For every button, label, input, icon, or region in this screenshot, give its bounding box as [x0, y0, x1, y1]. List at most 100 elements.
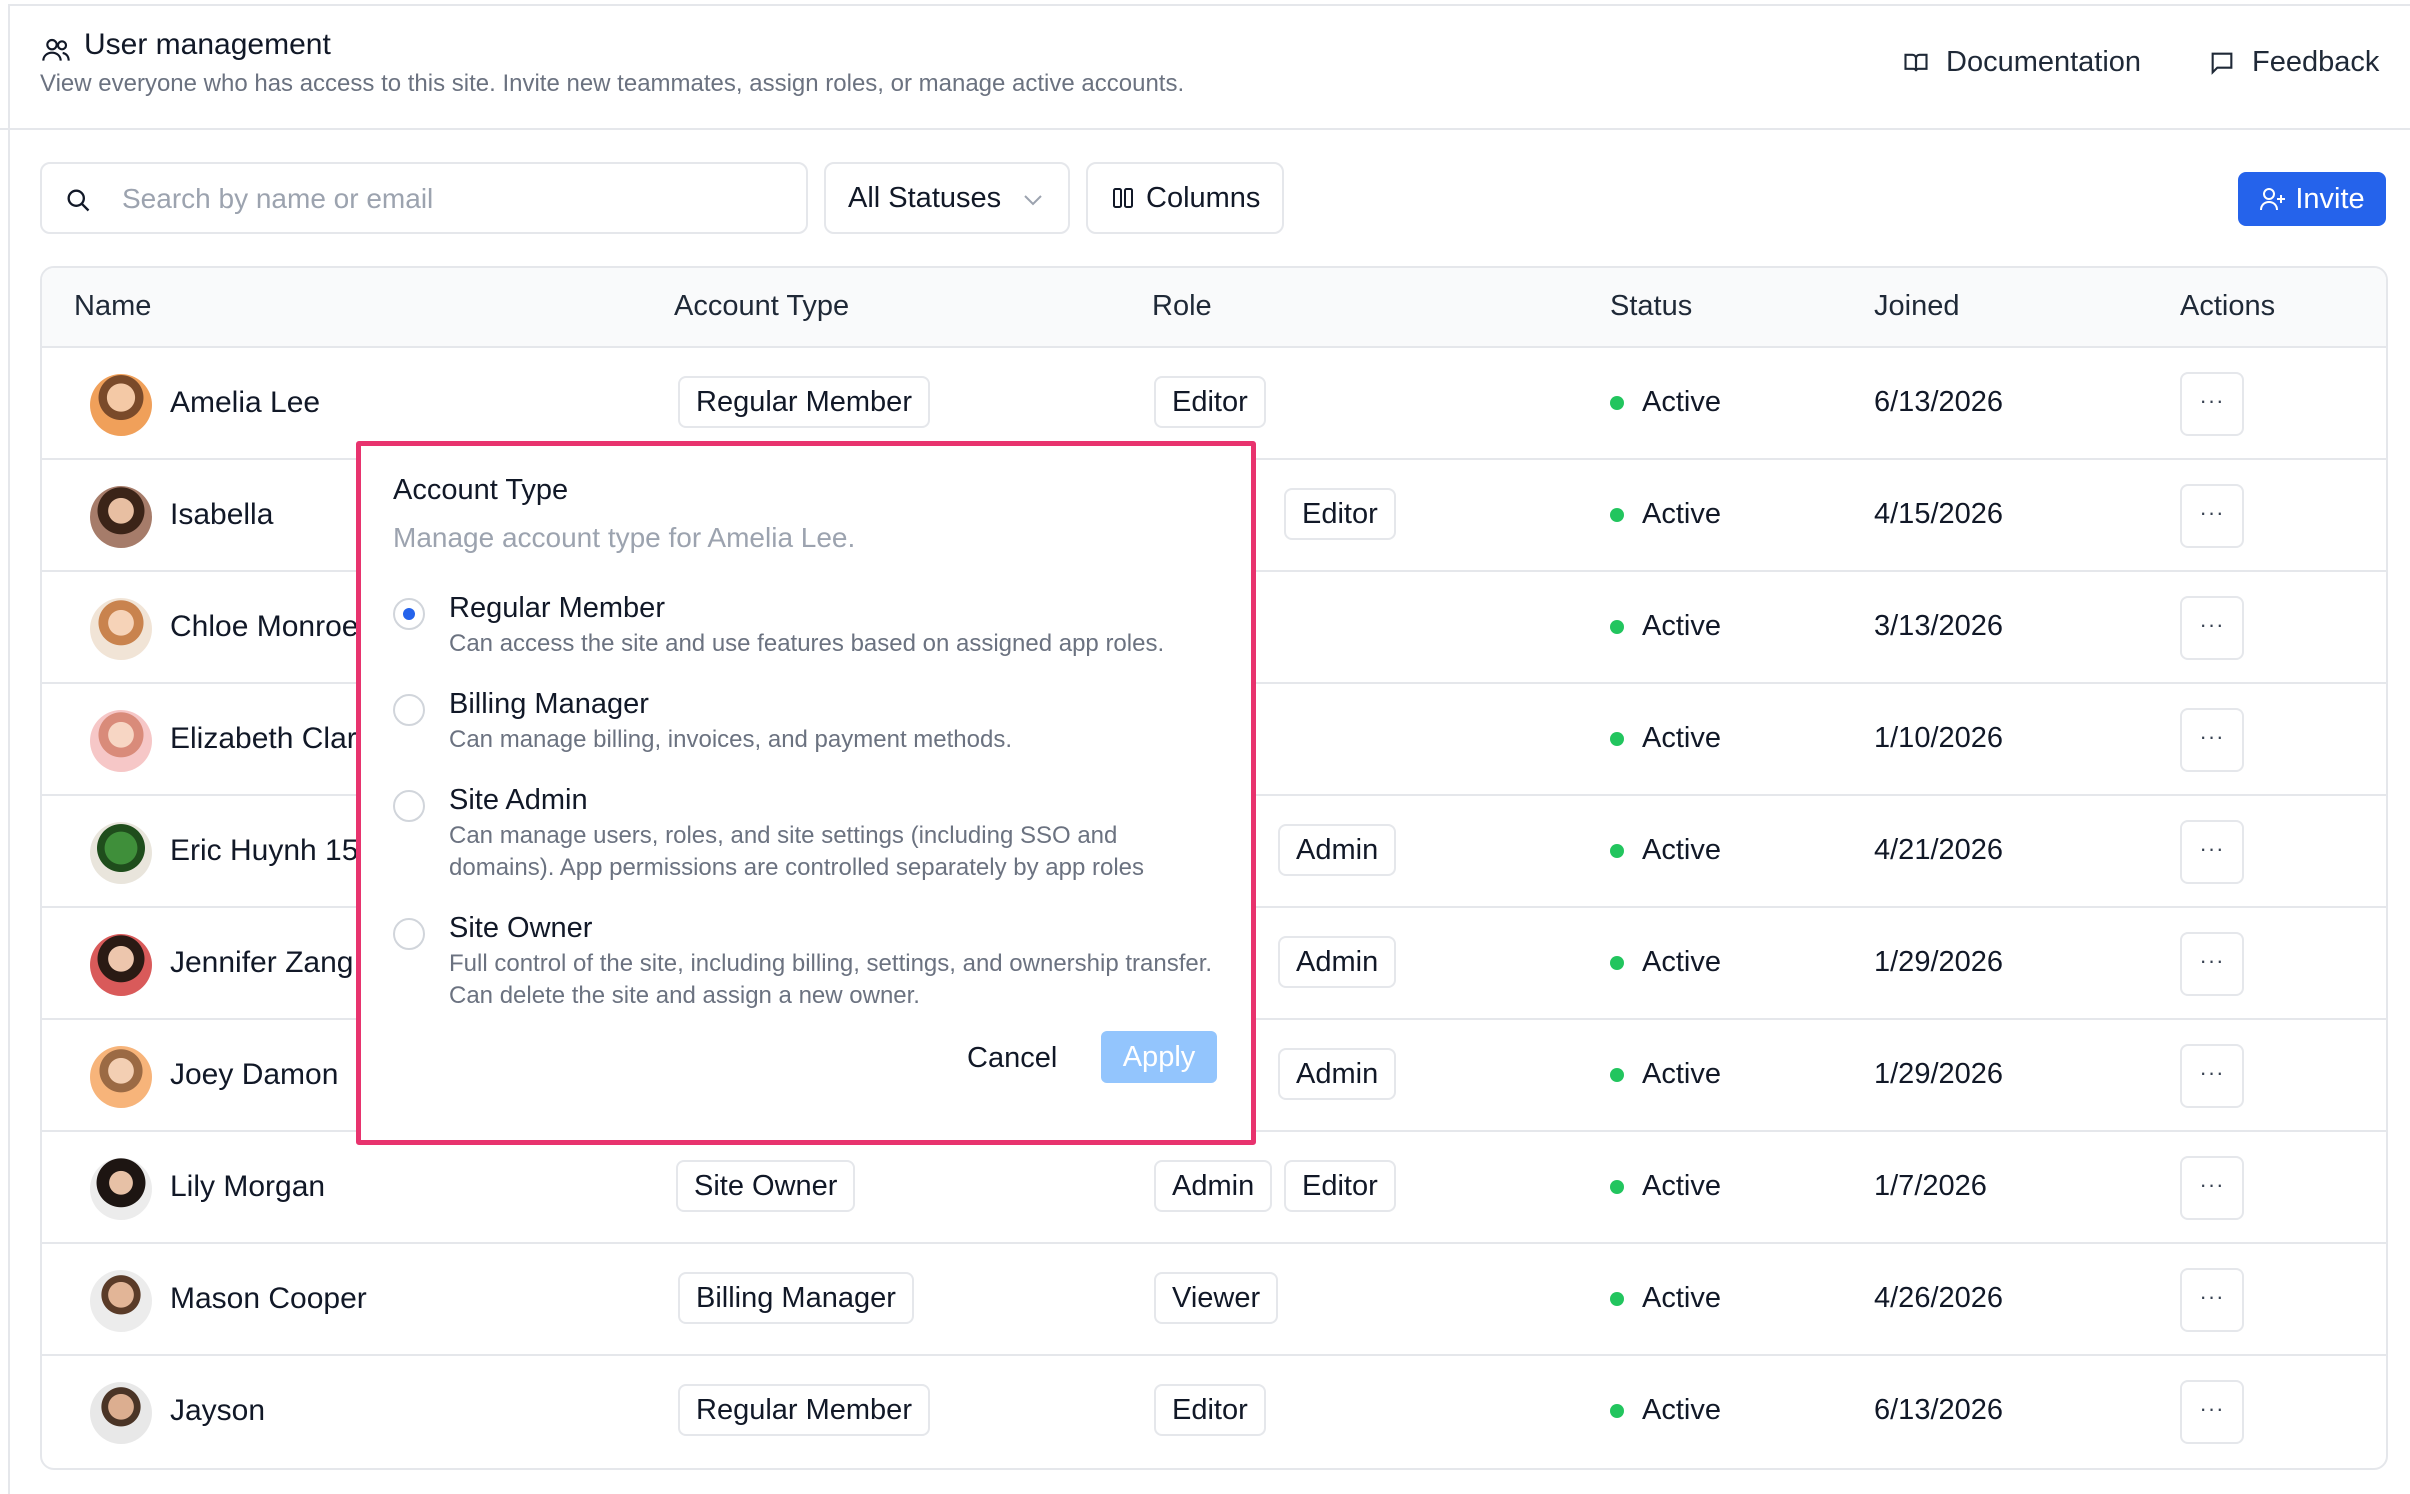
- role-badge[interactable]: Admin: [1278, 1048, 1397, 1100]
- joined-date: 1/7/2026: [1874, 1170, 1987, 1202]
- status-dot-icon: [1610, 955, 1624, 970]
- radio-billing-manager[interactable]: [393, 694, 425, 726]
- user-name: Jayson: [170, 1394, 266, 1427]
- user-name: Mason Cooper: [170, 1282, 367, 1315]
- row-actions-button[interactable]: ···: [2180, 1268, 2244, 1332]
- avatar: [90, 1046, 152, 1108]
- documentation-link[interactable]: Documentation: [1902, 46, 2141, 79]
- status-indicator: Active: [1610, 1058, 1721, 1091]
- role-badge[interactable]: Editor: [1284, 488, 1396, 540]
- avatar: [90, 1382, 152, 1444]
- row-actions-button[interactable]: ···: [2180, 596, 2244, 660]
- columns-button[interactable]: Columns: [1086, 162, 1284, 234]
- role-badge[interactable]: Editor: [1154, 1384, 1266, 1436]
- option-label: Site Admin: [449, 784, 588, 816]
- joined-date: 6/13/2026: [1874, 1394, 2004, 1426]
- status-indicator: Active: [1610, 1282, 1721, 1315]
- user-plus-icon: [2260, 188, 2286, 211]
- status-indicator: Active: [1610, 722, 1721, 755]
- column-header-joined[interactable]: Joined: [1874, 290, 1959, 323]
- account-type-badge[interactable]: Regular Member: [678, 376, 930, 428]
- avatar: [90, 1158, 152, 1220]
- status-dot-icon: [1610, 1403, 1624, 1418]
- avatar: [90, 710, 152, 772]
- popover-subtitle: Manage account type for Amelia Lee.: [393, 522, 856, 553]
- table-row[interactable]: Mason Cooper Billing Manager Viewer Acti…: [42, 1244, 2386, 1356]
- role-badge[interactable]: Admin: [1278, 936, 1397, 988]
- status-indicator: Active: [1610, 1394, 1721, 1427]
- apply-button[interactable]: Apply: [1101, 1031, 1217, 1083]
- column-header-status[interactable]: Status: [1610, 290, 1692, 323]
- radio-site-owner[interactable]: [393, 918, 425, 950]
- option-description: Can manage billing, invoices, and paymen…: [449, 726, 1012, 753]
- avatar: [90, 486, 152, 548]
- row-actions-button[interactable]: ···: [2180, 932, 2244, 996]
- column-header-name[interactable]: Name: [74, 290, 151, 323]
- status-indicator: Active: [1610, 834, 1721, 867]
- joined-date: 6/13/2026: [1874, 386, 2004, 418]
- column-header-role[interactable]: Role: [1152, 290, 1212, 323]
- row-actions-button[interactable]: ···: [2180, 1380, 2244, 1444]
- page-subtitle: View everyone who has access to this sit…: [40, 70, 1185, 97]
- user-name: Amelia Lee: [170, 386, 321, 419]
- row-actions-button[interactable]: ···: [2180, 820, 2244, 884]
- role-badge[interactable]: Viewer: [1154, 1272, 1279, 1324]
- row-actions-button[interactable]: ···: [2180, 1156, 2244, 1220]
- avatar: [90, 598, 152, 660]
- status-text: Active: [1642, 610, 1721, 642]
- option-label: Site Owner: [449, 912, 593, 944]
- users-icon: [42, 38, 70, 61]
- user-name: Isabella: [170, 498, 274, 531]
- table-row[interactable]: Jayson Regular Member Editor Active 6/13…: [42, 1356, 2386, 1468]
- role-badge[interactable]: Editor: [1154, 376, 1266, 428]
- status-text: Active: [1642, 1394, 1721, 1426]
- feedback-link[interactable]: Feedback: [2208, 46, 2379, 79]
- option-description: Can manage users, roles, and site settin…: [449, 822, 1145, 881]
- row-actions-button[interactable]: ···: [2180, 372, 2244, 436]
- joined-date: 1/29/2026: [1874, 1058, 2004, 1090]
- status-text: Active: [1642, 1282, 1721, 1314]
- page-header: User management View everyone who has ac…: [0, 0, 2410, 130]
- status-dot-icon: [1610, 619, 1624, 634]
- option-description: Can access the site and use features bas…: [449, 630, 1165, 657]
- user-name: Jennifer Zang: [170, 946, 354, 979]
- option-label: Regular Member: [449, 592, 665, 624]
- cancel-button[interactable]: Cancel: [967, 1042, 1057, 1075]
- user-name: Elizabeth Clar: [170, 722, 357, 755]
- status-filter-select[interactable]: All Statuses: [824, 162, 1070, 234]
- columns-label: Columns: [1146, 181, 1261, 214]
- status-dot-icon: [1610, 843, 1624, 858]
- status-text: Active: [1642, 722, 1721, 754]
- status-text: Active: [1642, 1058, 1721, 1090]
- user-name: Joey Damon: [170, 1058, 339, 1091]
- status-dot-icon: [1610, 731, 1624, 746]
- radio-regular-member[interactable]: [393, 598, 425, 630]
- invite-button[interactable]: Invite: [2238, 172, 2386, 226]
- role-badge[interactable]: Editor: [1284, 1160, 1396, 1212]
- account-type-badge[interactable]: Regular Member: [678, 1384, 930, 1436]
- row-actions-button[interactable]: ···: [2180, 484, 2244, 548]
- table-row[interactable]: Lily Morgan Site Owner Admin Editor Acti…: [42, 1132, 2386, 1244]
- avatar: [90, 822, 152, 884]
- user-name: Chloe Monroe: [170, 610, 359, 643]
- status-dot-icon: [1610, 1179, 1624, 1194]
- search-input[interactable]: [122, 178, 782, 220]
- role-badge[interactable]: Admin: [1278, 824, 1397, 876]
- joined-date: 4/26/2026: [1874, 1282, 2004, 1314]
- role-badge[interactable]: Admin: [1154, 1160, 1273, 1212]
- row-actions-button[interactable]: ···: [2180, 708, 2244, 772]
- account-type-badge[interactable]: Billing Manager: [678, 1272, 914, 1324]
- status-text: Active: [1642, 498, 1721, 530]
- row-actions-button[interactable]: ···: [2180, 1044, 2244, 1108]
- documentation-label: Documentation: [1946, 46, 2142, 78]
- status-dot-icon: [1610, 395, 1624, 410]
- status-text: Active: [1642, 946, 1721, 978]
- search-icon: [67, 189, 90, 212]
- account-type-badge[interactable]: Site Owner: [676, 1160, 856, 1212]
- option-label: Billing Manager: [449, 688, 649, 720]
- joined-date: 4/15/2026: [1874, 498, 2004, 530]
- column-header-account-type[interactable]: Account Type: [674, 290, 849, 323]
- feedback-label: Feedback: [2252, 46, 2380, 78]
- radio-site-admin[interactable]: [393, 790, 425, 822]
- search-box[interactable]: [40, 162, 808, 234]
